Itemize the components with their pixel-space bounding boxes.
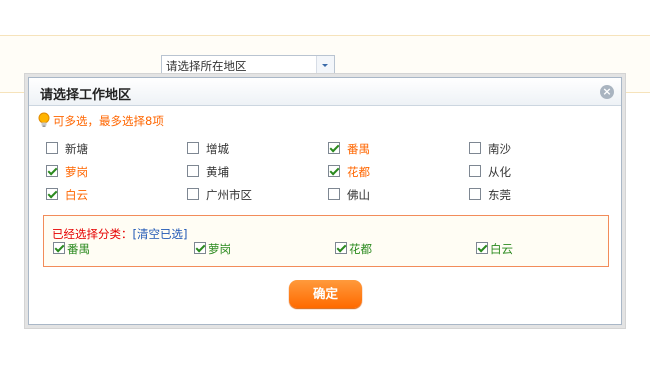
dialog-header: 请选择工作地区 × xyxy=(29,78,621,106)
option-checkbox[interactable] xyxy=(328,142,340,154)
selected-panel: 已经选择分类：[清空已选] 番禺 萝岗 花都 白云 xyxy=(43,215,609,267)
selected-item-label: 白云 xyxy=(490,242,513,256)
option-checkbox[interactable] xyxy=(46,142,58,154)
option-label: 东莞 xyxy=(488,188,511,202)
dialog-title: 请选择工作地区 xyxy=(40,88,132,103)
option-label: 南沙 xyxy=(488,142,511,156)
selected-panel-header: 已经选择分类：[清空已选] xyxy=(52,226,187,242)
region-select[interactable]: 请选择所在地区 xyxy=(161,55,335,75)
option-label: 增城 xyxy=(206,142,229,156)
option-checkbox[interactable] xyxy=(328,165,340,177)
selected-item-label: 萝岗 xyxy=(208,242,231,256)
clear-selection-link[interactable]: [清空已选] xyxy=(133,227,188,241)
option-label: 番禺 xyxy=(347,142,370,156)
option-checkbox[interactable] xyxy=(187,188,199,200)
option-checkbox[interactable] xyxy=(46,188,58,200)
option-checkbox[interactable] xyxy=(187,142,199,154)
region-select-value: 请选择所在地区 xyxy=(166,59,247,73)
option-checkbox[interactable] xyxy=(46,165,58,177)
option-label: 白云 xyxy=(65,188,88,202)
selected-item-label: 番禺 xyxy=(67,242,90,256)
option-label: 花都 xyxy=(347,165,370,179)
region-dialog: 请选择工作地区 × 可多选，最多选择8项 新塘 增城 番禺 南沙 萝岗 黄埔 花… xyxy=(28,77,622,325)
selected-item-label: 花都 xyxy=(349,242,372,256)
option-checkbox[interactable] xyxy=(469,165,481,177)
option-checkbox[interactable] xyxy=(469,142,481,154)
close-icon[interactable]: × xyxy=(600,85,614,99)
lightbulb-icon xyxy=(38,112,50,127)
selected-item-checkbox[interactable] xyxy=(53,242,65,254)
option-checkbox[interactable] xyxy=(469,188,481,200)
option-label: 从化 xyxy=(488,165,511,179)
option-label: 萝岗 xyxy=(65,165,88,179)
dropdown-arrow-icon[interactable] xyxy=(316,56,334,74)
selected-panel-title: 已经选择分类： xyxy=(52,227,133,241)
hint-text: 可多选，最多选择8项 xyxy=(53,114,164,128)
option-label: 黄埔 xyxy=(206,165,229,179)
selected-item-checkbox[interactable] xyxy=(194,242,206,254)
option-checkbox[interactable] xyxy=(328,188,340,200)
selected-item-checkbox[interactable] xyxy=(335,242,347,254)
selected-item-checkbox[interactable] xyxy=(476,242,488,254)
option-label: 广州市区 xyxy=(206,188,252,202)
option-checkbox[interactable] xyxy=(187,165,199,177)
option-label: 佛山 xyxy=(347,188,370,202)
confirm-button[interactable]: 确定 xyxy=(289,280,362,308)
option-label: 新塘 xyxy=(65,142,88,156)
